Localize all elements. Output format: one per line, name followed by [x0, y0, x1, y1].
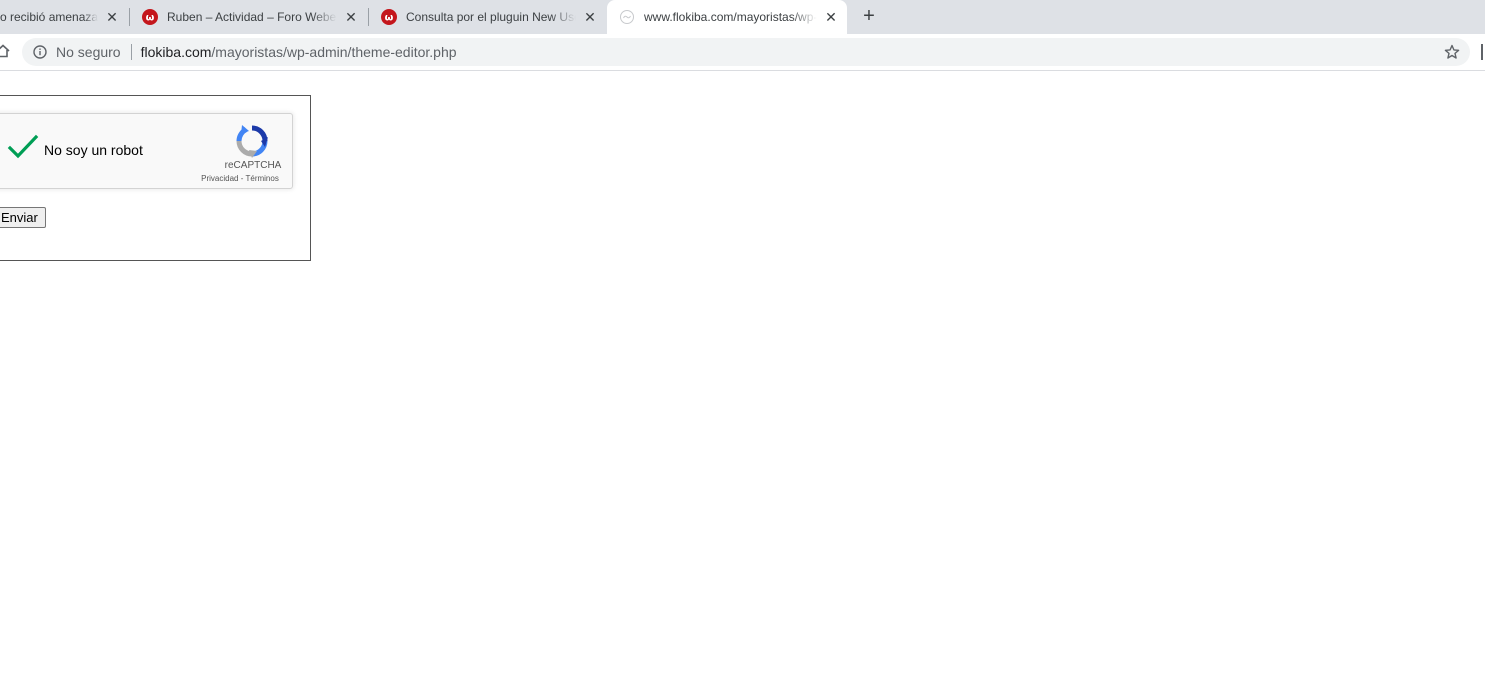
globe-placeholder-icon [620, 10, 634, 24]
svg-text:ω: ω [385, 13, 394, 24]
recaptcha-links: Privacidad - Términos [195, 174, 285, 183]
close-icon[interactable]: ✕ [582, 9, 598, 25]
tab-title: Ruben – Actividad – Foro Webempresa [167, 10, 337, 24]
url-path: /mayoristas/wp-admin/theme-editor.php [211, 44, 457, 60]
extension-icon[interactable] [1481, 44, 1485, 60]
close-icon[interactable]: ✕ [343, 9, 359, 25]
svg-text:ω: ω [146, 13, 155, 24]
recaptcha-brand: reCAPTCHA [224, 160, 282, 171]
tab-2[interactable]: ω Ruben – Actividad – Foro Webempresa ✕ [130, 0, 367, 34]
url-host: flokiba.com [140, 44, 212, 60]
tab-4-active[interactable]: www.flokiba.com/mayoristas/wp-admin ✕ [607, 0, 847, 34]
recaptcha-label: No soy un robot [44, 142, 143, 158]
tab-strip: o recibió amenazas ✕ ω Ruben – Actividad… [0, 0, 1485, 34]
bookmark-star-icon[interactable] [1444, 44, 1460, 60]
url-text[interactable]: flokiba.com/mayoristas/wp-admin/theme-ed… [141, 44, 457, 60]
submit-button[interactable]: Enviar [0, 207, 46, 228]
security-status[interactable]: No seguro [56, 44, 121, 60]
tab-3[interactable]: ω Consulta por el pluguin New User ✕ [369, 0, 606, 34]
close-icon[interactable]: ✕ [823, 9, 839, 25]
recaptcha-logo-icon [236, 125, 268, 158]
webempresa-favicon-icon: ω [142, 9, 158, 25]
tab-1[interactable]: o recibió amenazas ✕ [0, 0, 128, 34]
terms-link[interactable]: Términos [245, 174, 278, 183]
new-tab-button[interactable]: + [858, 5, 880, 27]
address-bar[interactable]: No seguro flokiba.com/mayoristas/wp-admi… [22, 38, 1470, 66]
recaptcha-widget: No soy un robot reCAPTCHA Privacidad - T… [0, 113, 293, 189]
close-icon[interactable]: ✕ [104, 9, 120, 25]
tab-title: Consulta por el pluguin New User [406, 10, 576, 24]
checkmark-icon[interactable] [7, 133, 39, 163]
info-icon[interactable] [33, 45, 47, 59]
webempresa-favicon-icon: ω [381, 9, 397, 25]
tab-title: www.flokiba.com/mayoristas/wp-admin [644, 10, 817, 24]
privacy-link[interactable]: Privacidad [201, 174, 238, 183]
home-icon[interactable] [0, 44, 10, 58]
omnibox-separator [130, 44, 132, 60]
browser-toolbar: No seguro flokiba.com/mayoristas/wp-admi… [0, 34, 1485, 71]
tab-title: o recibió amenazas [0, 10, 98, 24]
